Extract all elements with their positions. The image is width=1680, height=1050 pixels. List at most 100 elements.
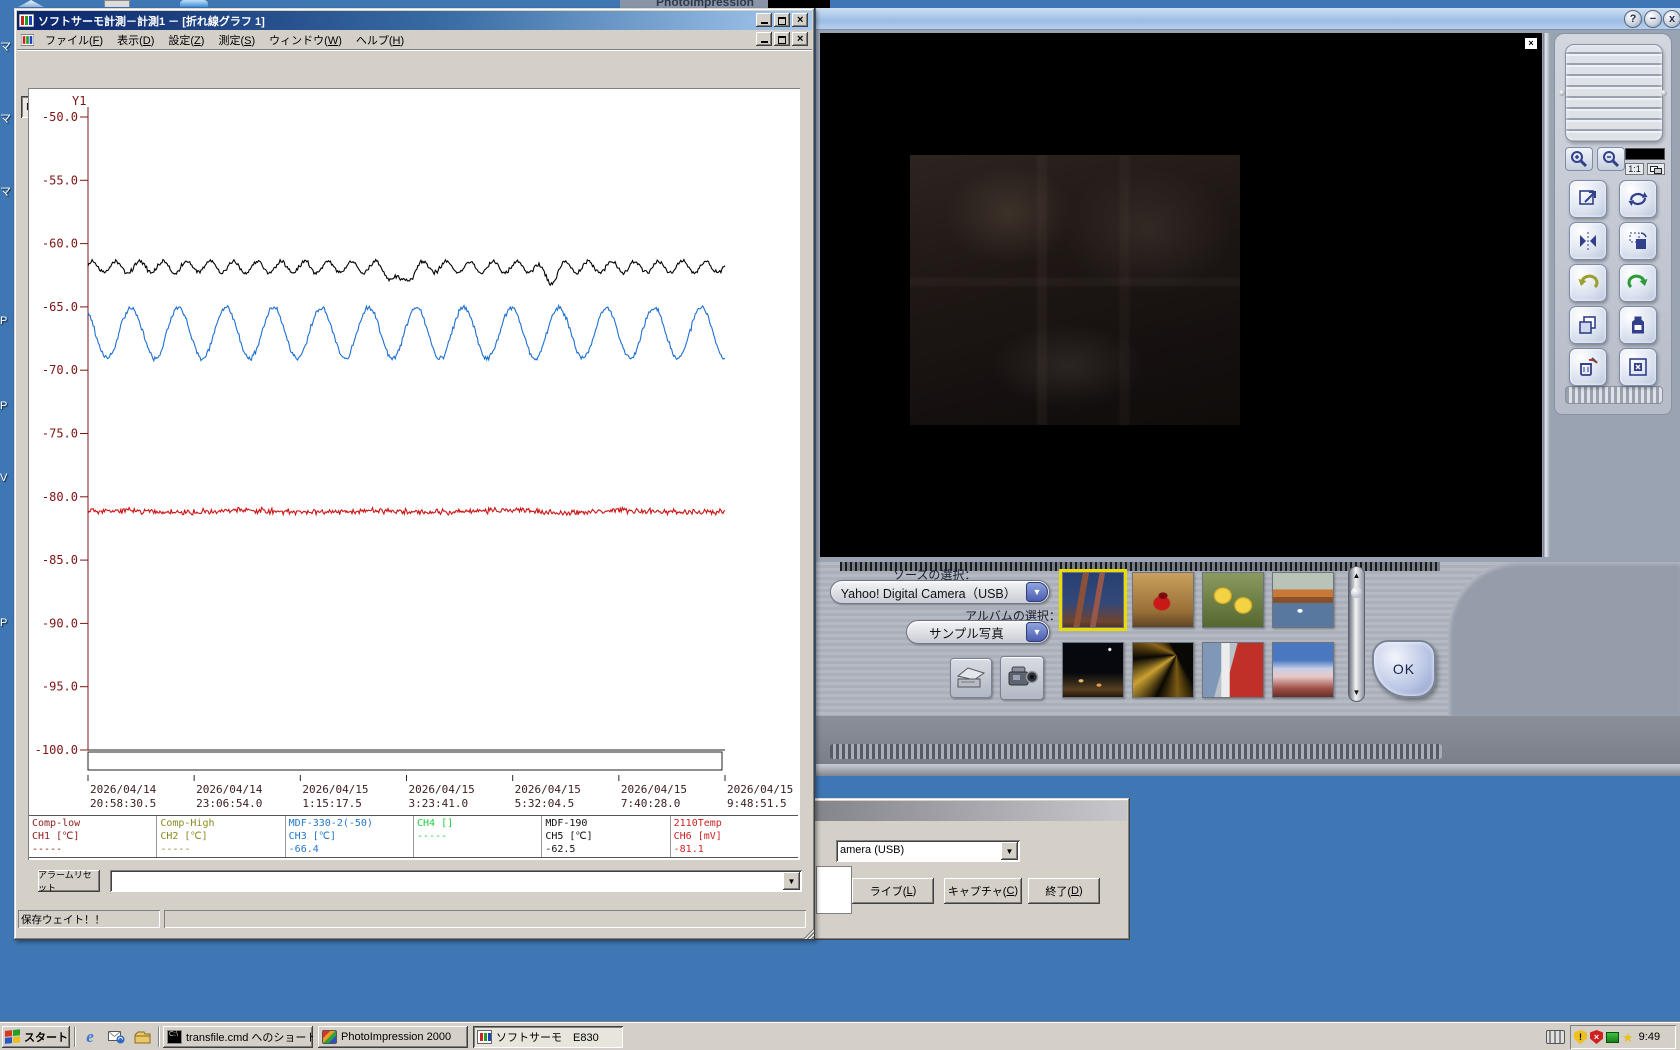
taskbar-task-1[interactable]: transfile.cmd へのショート... — [163, 1026, 313, 1048]
twain-capture-dialog: amera (USB) ▼ ライブ(L) キャプチャ(C) 終了(D) — [780, 798, 1130, 940]
panel-grip[interactable] — [1565, 44, 1663, 142]
legend-channel: CH5 [℃] — [545, 831, 593, 842]
close-button[interactable]: × — [792, 13, 808, 27]
twain-source-combobox[interactable]: amera (USB) ▼ — [836, 840, 1020, 862]
photoimpression-help-button[interactable]: ? — [1624, 10, 1642, 28]
taskbar-separator — [74, 1027, 76, 1047]
task-label: transfile.cmd へのショート... — [186, 1032, 313, 1044]
y-tick-label: -90.0 — [42, 616, 78, 630]
scrollbar-thumb[interactable] — [1351, 587, 1362, 598]
tray-star-icon[interactable]: ★ — [1622, 1031, 1634, 1044]
taskbar: スタート e transfile.cmd へのショート... PhotoImpre… — [0, 1022, 1680, 1050]
fit-window-button[interactable] — [1647, 163, 1665, 175]
taskbar-task-2[interactable]: PhotoImpression 2000 — [318, 1026, 468, 1048]
windows-logo-icon — [5, 1029, 21, 1045]
delete-icon — [1580, 357, 1598, 376]
album-select-combobox[interactable]: サンプル写真 ▼ — [906, 620, 1050, 644]
paste-button[interactable] — [1619, 306, 1657, 344]
twain-capture-button[interactable]: キャプチャ(C) — [944, 878, 1022, 904]
copy-icon — [1579, 316, 1596, 334]
taskbar-task-3[interactable]: ソフトサーモ E830 — [473, 1026, 623, 1048]
menu-6[interactable]: ヘルプ(H) — [349, 30, 411, 50]
source-select-combobox[interactable]: Yahoo! Digital Camera（USB） ▼ — [830, 580, 1050, 604]
y-tick-label: -80.0 — [42, 490, 78, 504]
legend-channel-3: MDF-330-2(-50) CH3 [℃] -66.4 — [286, 816, 414, 857]
preview-close-icon[interactable]: × — [1524, 37, 1538, 50]
show-desktop-icon[interactable] — [132, 1027, 152, 1047]
acquire-camera-button[interactable] — [1000, 656, 1044, 700]
titlebar[interactable]: ソフトサーモ計測－計測1 － [折れ線グラフ 1] × — [17, 11, 812, 30]
acquire-scanner-button[interactable] — [950, 658, 992, 698]
internet-explorer-icon[interactable]: e — [80, 1027, 100, 1047]
taskbar-clock[interactable]: 9:49 — [1639, 1031, 1660, 1043]
desktop-icon-label-fragment: V — [0, 472, 8, 484]
twain-dialog-titlebar[interactable] — [783, 801, 1127, 821]
legend-channel: CH3 [℃] — [288, 831, 337, 842]
scroll-up-arrow-icon[interactable]: ▲ — [1349, 571, 1364, 580]
delete-button[interactable] — [1569, 348, 1607, 386]
x-tick-date: 2026/04/15 — [727, 783, 793, 796]
thumbnail-gold-light-streaks[interactable] — [1132, 642, 1194, 698]
twain-live-button[interactable]: ライブ(L) — [852, 878, 934, 904]
start-button[interactable]: スタート — [2, 1026, 70, 1048]
photoimpression-icon — [322, 1030, 337, 1044]
actual-size-button[interactable]: 1:1 — [1625, 163, 1644, 175]
fit-to-window-button[interactable] — [1569, 180, 1607, 218]
thumbnail-harbor-town[interactable] — [1272, 572, 1334, 628]
undo-button[interactable] — [1569, 264, 1607, 302]
alarm-dropdown-arrow-icon[interactable]: ▼ — [783, 872, 800, 890]
copy-button[interactable] — [1569, 306, 1607, 344]
y-tick-label: -100.0 — [35, 743, 78, 757]
toolbar: D1D2D3Y1Y2Y3▲▼▲▼▼▲◀◀◀■▶▶▶◀▶▶◀ — [17, 49, 812, 120]
menubar: ファイル(F) 表示(D) 設定(Z) 測定(S) ウィンドウ(W) ヘルプ(H) × — [17, 30, 812, 49]
panel-grip-bottom[interactable] — [1565, 386, 1663, 404]
legend-channel-4: CH4 [] ----- — [414, 816, 543, 857]
thumbnail-sunset-clouds[interactable] — [1272, 642, 1334, 698]
menu-3[interactable]: 設定(Z) — [161, 30, 211, 50]
thumbnail-night-city[interactable] — [1062, 642, 1124, 698]
menu-2[interactable]: 表示(D) — [110, 30, 161, 50]
legend-value: -62.5 — [545, 844, 576, 855]
tray-device-icon[interactable] — [1606, 1031, 1619, 1043]
close-image-button[interactable] — [1619, 348, 1657, 386]
thumbnail-yellow-flowers[interactable] — [1202, 572, 1264, 628]
resize-grip[interactable] — [803, 928, 814, 939]
scroll-down-arrow-icon[interactable]: ▼ — [1349, 688, 1364, 697]
alarm-reset-button[interactable]: アラームリセット — [38, 870, 100, 893]
flip-horizontal-button[interactable] — [1569, 222, 1607, 260]
zoom-in-button[interactable] — [1565, 147, 1593, 171]
photoimpression-close-round-button[interactable]: x — [1663, 10, 1680, 28]
tray-error-icon[interactable]: × — [1590, 1030, 1603, 1044]
redo-button[interactable] — [1619, 264, 1657, 302]
mdi-close-button[interactable]: × — [792, 32, 808, 46]
photoimpression-top-frame — [816, 8, 1680, 30]
menu-1[interactable]: ファイル(F) — [38, 30, 110, 50]
mdi-minimize-button[interactable] — [756, 32, 772, 46]
keyboard-layout-icon[interactable] — [1546, 1030, 1565, 1044]
twain-exit-button[interactable]: 終了(D) — [1028, 878, 1100, 904]
alarm-combobox[interactable]: ▼ — [110, 870, 802, 892]
maximize-button[interactable] — [774, 13, 790, 27]
thumbnail-cardinal-bird[interactable] — [1132, 572, 1194, 628]
mdi-restore-button[interactable] — [774, 32, 790, 46]
source-dropdown-arrow-icon[interactable]: ▼ — [1026, 582, 1048, 602]
crop-rotate-button[interactable] — [1619, 222, 1657, 260]
menu-5[interactable]: ウィンドウ(W) — [262, 30, 349, 50]
app-icon — [19, 14, 34, 27]
photoimpression-minimize-round-button[interactable]: − — [1644, 10, 1662, 28]
fit-to-window-icon — [1579, 190, 1596, 205]
desktop-icon-fragment — [18, 0, 44, 7]
album-dropdown-arrow-icon[interactable]: ▼ — [1026, 622, 1048, 642]
zoom-out-button[interactable] — [1597, 147, 1625, 171]
minimize-button[interactable] — [756, 13, 772, 27]
rotate-button[interactable] — [1619, 180, 1657, 218]
thumbnail-scrollbar[interactable]: ▲ ▼ — [1348, 566, 1365, 702]
overview-strip — [87, 751, 723, 771]
twain-dropdown-arrow-icon[interactable]: ▼ — [1001, 842, 1018, 860]
thumbnail-lighthouse[interactable] — [1202, 642, 1264, 698]
outlook-express-icon[interactable] — [106, 1027, 126, 1047]
thumbnail-desert-spires[interactable] — [1059, 569, 1127, 631]
album-select-value: サンプル写真 — [929, 626, 1004, 641]
menu-4[interactable]: 測定(S) — [211, 30, 262, 50]
tray-alert-icon[interactable]: ! — [1574, 1030, 1587, 1044]
